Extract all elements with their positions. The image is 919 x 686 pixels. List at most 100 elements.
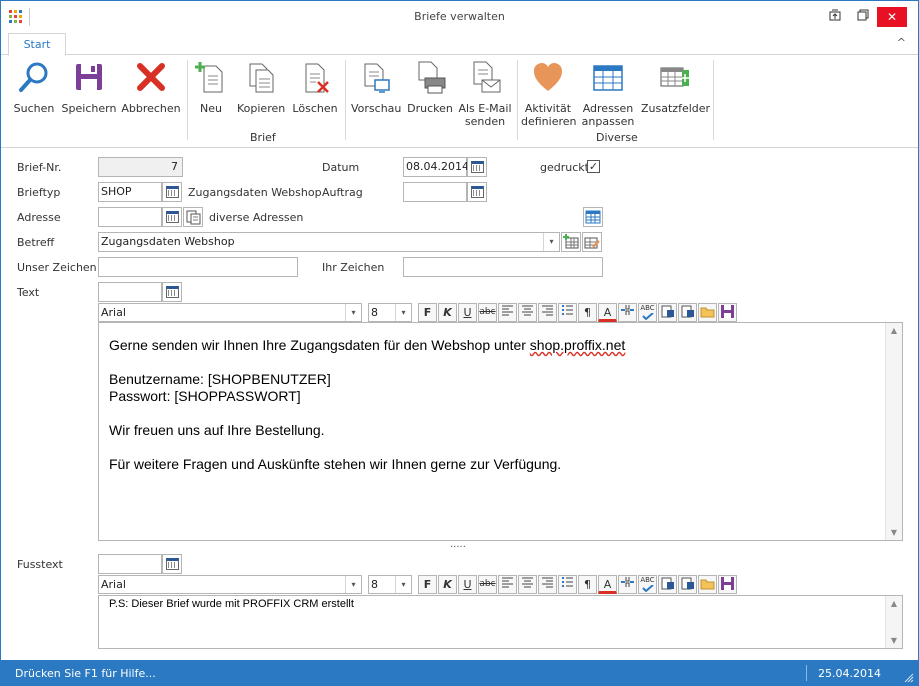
- adjust-addresses-label-1: Adressen: [582, 102, 634, 115]
- font-size-select[interactable]: 8 ▾: [368, 303, 412, 322]
- footer-font-family-select[interactable]: Arial ▾: [98, 575, 362, 594]
- scroll-down-icon[interactable]: ▼: [886, 636, 902, 645]
- page-break-icon: [621, 577, 634, 587]
- font-family-select[interactable]: Arial ▾: [98, 303, 362, 322]
- chevron-down-icon[interactable]: ▾: [543, 233, 559, 251]
- fusstext-template-lookup-button[interactable]: [162, 554, 182, 574]
- tab-start[interactable]: Start: [8, 33, 66, 56]
- editor-splitter[interactable]: .....: [450, 539, 466, 550]
- unser-zeichen-field[interactable]: [98, 257, 298, 277]
- address-table-button[interactable]: [583, 207, 603, 227]
- page-break-button[interactable]: [618, 303, 637, 322]
- footer-word-export-button[interactable]: [658, 575, 677, 594]
- chevron-down-icon[interactable]: ▾: [345, 576, 361, 593]
- open-folder-button[interactable]: [698, 303, 717, 322]
- chevron-down-icon[interactable]: ▾: [395, 304, 411, 321]
- close-button[interactable]: ✕: [877, 7, 907, 27]
- footer-page-break-button[interactable]: [618, 575, 637, 594]
- pin-window-button[interactable]: [823, 7, 847, 27]
- new-button[interactable]: Neu: [193, 60, 229, 115]
- restore-button[interactable]: [851, 7, 875, 27]
- text-editor[interactable]: Gerne senden wir Ihnen Ihre Zugangsdaten…: [98, 322, 903, 541]
- datum-field[interactable]: 08.04.2014: [403, 157, 469, 177]
- scroll-up-icon[interactable]: ▲: [886, 326, 902, 335]
- webshop-link[interactable]: shop.proffix.net: [530, 337, 625, 353]
- align-center-button[interactable]: [518, 303, 537, 322]
- footer-bold-button[interactable]: F: [418, 575, 437, 594]
- cancel-button[interactable]: Abbrechen: [121, 60, 181, 115]
- adresse-field[interactable]: [98, 207, 162, 227]
- paragraph-button[interactable]: ¶: [578, 303, 597, 322]
- word-import-button[interactable]: [678, 303, 697, 322]
- font-size-value: 8: [371, 306, 378, 319]
- copy-button[interactable]: Kopieren: [237, 60, 285, 115]
- word-export-button[interactable]: [658, 303, 677, 322]
- chevron-down-icon[interactable]: ▾: [345, 304, 361, 321]
- bullet-list-button[interactable]: [558, 303, 577, 322]
- fusstext-template-field[interactable]: [98, 554, 162, 574]
- footer-open-folder-button[interactable]: [698, 575, 717, 594]
- ribbon-separator: [345, 60, 346, 140]
- spell-check-button[interactable]: ABC: [638, 303, 657, 322]
- gedruckt-checkbox[interactable]: ✓: [587, 160, 600, 173]
- footer-align-right-button[interactable]: [538, 575, 557, 594]
- footer-font-size-value: 8: [371, 578, 378, 591]
- footer-underline-button[interactable]: U: [458, 575, 477, 594]
- text-template-field[interactable]: [98, 282, 162, 302]
- brieftyp-field[interactable]: SHOP: [98, 182, 162, 202]
- footer-word-import-button[interactable]: [678, 575, 697, 594]
- auftrag-field[interactable]: [403, 182, 467, 202]
- footer-bullet-list-button[interactable]: [558, 575, 577, 594]
- save-text-button[interactable]: [718, 303, 737, 322]
- betreff-combobox[interactable]: Zugangsdaten Webshop ▾: [98, 232, 560, 252]
- footer-strikethrough-button[interactable]: abc: [478, 575, 497, 594]
- ribbon-collapse-button[interactable]: ^: [897, 36, 906, 49]
- heart-icon: [534, 63, 562, 91]
- underline-button[interactable]: U: [458, 303, 477, 322]
- send-email-button[interactable]: Als E-Mail senden: [457, 60, 513, 128]
- text-template-lookup-button[interactable]: [162, 282, 182, 302]
- footer-editor[interactable]: P.S: Dieser Brief wurde mit PROFFIX CRM …: [98, 595, 903, 649]
- print-button[interactable]: Drucken: [407, 60, 453, 115]
- calendar-icon: [471, 161, 484, 173]
- search-button[interactable]: Suchen: [11, 60, 57, 115]
- delete-button[interactable]: Löschen: [291, 60, 339, 115]
- resize-grip-icon[interactable]: [904, 673, 914, 683]
- footer-font-color-button[interactable]: A: [598, 575, 617, 594]
- betreff-add-button[interactable]: [561, 232, 581, 252]
- font-color-button[interactable]: A: [598, 303, 617, 322]
- italic-button[interactable]: K: [438, 303, 457, 322]
- brief-nr-field[interactable]: 7: [98, 157, 183, 177]
- footer-editor-scrollbar[interactable]: ▲ ▼: [885, 596, 902, 648]
- footer-save-button[interactable]: [718, 575, 737, 594]
- adresse-lookup-button[interactable]: [162, 207, 182, 227]
- brieftyp-lookup-button[interactable]: [162, 182, 182, 202]
- adjust-addresses-button[interactable]: Adressen anpassen: [581, 60, 635, 128]
- adjust-addresses-label-2: anpassen: [581, 115, 635, 128]
- auftrag-lookup-button[interactable]: [467, 182, 487, 202]
- strikethrough-button[interactable]: abc: [478, 303, 497, 322]
- save-button[interactable]: Speichern: [61, 60, 117, 115]
- datum-calendar-button[interactable]: [467, 157, 487, 177]
- define-activity-button[interactable]: Aktivität definieren: [521, 60, 577, 128]
- status-help-text: Drücken Sie F1 für Hilfe...: [15, 667, 156, 680]
- scroll-up-icon[interactable]: ▲: [886, 599, 902, 608]
- preview-icon: [364, 63, 390, 93]
- adresse-details-button[interactable]: [183, 207, 203, 227]
- footer-align-center-button[interactable]: [518, 575, 537, 594]
- footer-italic-button[interactable]: K: [438, 575, 457, 594]
- chevron-down-icon[interactable]: ▾: [395, 576, 411, 593]
- footer-font-size-select[interactable]: 8 ▾: [368, 575, 412, 594]
- additional-fields-button[interactable]: Zusatzfelder: [641, 60, 710, 115]
- bold-button[interactable]: F: [418, 303, 437, 322]
- align-right-button[interactable]: [538, 303, 557, 322]
- preview-button[interactable]: Vorschau: [351, 60, 401, 115]
- align-left-button[interactable]: [498, 303, 517, 322]
- ihr-zeichen-field[interactable]: [403, 257, 603, 277]
- footer-align-left-button[interactable]: [498, 575, 517, 594]
- betreff-edit-button[interactable]: [582, 232, 602, 252]
- scroll-down-icon[interactable]: ▼: [886, 528, 902, 537]
- footer-paragraph-button[interactable]: ¶: [578, 575, 597, 594]
- text-editor-scrollbar[interactable]: ▲ ▼: [885, 323, 902, 540]
- footer-spell-check-button[interactable]: ABC: [638, 575, 657, 594]
